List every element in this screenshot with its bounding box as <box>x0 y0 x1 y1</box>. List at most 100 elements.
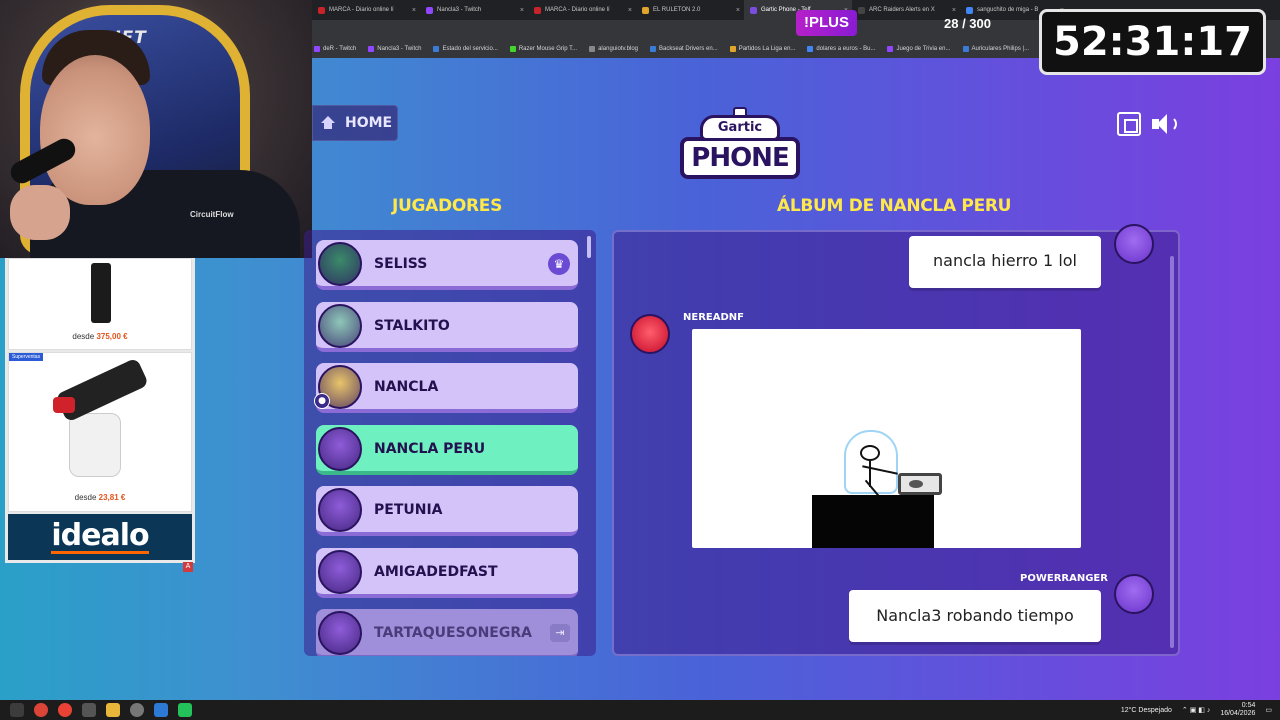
bookmark-label: Auriculares Philips |... <box>971 46 1030 52</box>
weather-text[interactable]: 12°C Despejado <box>1121 707 1172 714</box>
bookmark-favicon-icon <box>962 46 969 52</box>
windows-taskbar: 12°C Despejado ⌃ ▣ ◧ ♪ 0:54 16/04/2026 ▭ <box>0 700 1280 720</box>
tab-favicon-icon <box>858 6 865 14</box>
player-name: PETUNIA <box>374 502 443 518</box>
crown-icon: ♛ <box>548 253 570 275</box>
browser-tab[interactable]: MARCA - Diario online lí × <box>312 0 420 20</box>
idealo-wordmark: idealo <box>51 517 150 554</box>
bookmark-favicon-icon <box>509 46 516 52</box>
app-icon[interactable] <box>130 703 144 717</box>
bookmark-item[interactable]: Partidos La Liga en... <box>729 46 795 52</box>
browser-tab[interactable]: EL RULETON 2.0 × <box>636 0 744 20</box>
home-button[interactable]: HOME <box>312 105 398 141</box>
sound-icon[interactable] <box>1152 112 1177 136</box>
drawing-author-avatar <box>630 314 670 354</box>
player-card[interactable]: PETUNIA <box>316 486 578 536</box>
player-name: SELISS <box>374 256 428 272</box>
bookmark-item[interactable]: Estado del servicio... <box>433 46 498 52</box>
app-icon[interactable] <box>154 703 168 717</box>
chrome-icon[interactable] <box>34 703 48 717</box>
tab-favicon-icon <box>750 6 757 14</box>
tray-icons[interactable]: ⌃ ▣ ◧ ♪ <box>1182 706 1210 714</box>
bookmark-label: Juego de Trivia en... <box>896 46 951 52</box>
bookmark-item[interactable]: Juego de Trivia en... <box>887 46 951 52</box>
tab-favicon-icon <box>426 6 433 14</box>
album-text-bubble: nancla hierro 1 lol <box>909 236 1101 288</box>
last-author-avatar <box>1114 574 1154 614</box>
bookmark-favicon-icon <box>807 46 814 52</box>
bookmark-favicon-icon <box>433 46 440 52</box>
bookmark-label: Backseat Drivers en... <box>659 46 718 52</box>
app-icon[interactable] <box>82 703 96 717</box>
product-image <box>69 413 121 477</box>
logo-bottom-text: PHONE <box>680 137 800 179</box>
album-author-avatar <box>1114 224 1154 264</box>
speaker-cone <box>1157 114 1167 134</box>
tab-favicon-icon <box>318 6 325 14</box>
product-image <box>53 397 75 413</box>
bookmark-item[interactable]: Auriculares Philips |... <box>962 46 1030 52</box>
player-card[interactable]: SELISS ♛ <box>316 240 578 290</box>
drawing-figure-head <box>860 445 880 461</box>
bookmark-item[interactable]: deR - Twitch <box>314 46 356 52</box>
players-panel: SELISS ♛ STALKITO NANCLA ● NANCLA PERU PETUNIA… <box>304 230 596 656</box>
tab-favicon-icon <box>966 6 973 14</box>
close-tab-icon[interactable]: × <box>412 7 416 14</box>
bookmark-label: Nancla3 - Twitch <box>377 46 422 52</box>
player-card[interactable]: NANCLA PERU <box>316 424 578 475</box>
player-avatar <box>318 611 362 655</box>
album-title: ÁLBUM DE NANCLA PERU <box>777 196 1012 216</box>
bookmark-item[interactable]: dolares a euros - Bu... <box>807 46 875 52</box>
bookmark-item[interactable]: Nancla3 - Twitch <box>368 46 421 52</box>
ad-price: desde 375,00 € <box>72 332 128 341</box>
folder-icon[interactable] <box>106 703 120 717</box>
idealo-logo[interactable]: idealo <box>8 514 192 560</box>
bookmark-label: alanguiotv.blog <box>598 46 639 52</box>
clock-time: 0:54 <box>1241 702 1256 709</box>
bookmark-label: deR - Twitch <box>323 46 357 52</box>
bestseller-badge: Superventas <box>9 353 44 361</box>
album-scrollbar[interactable] <box>1170 256 1174 648</box>
notification-icon[interactable]: ▭ <box>1265 706 1272 714</box>
fullscreen-icon[interactable] <box>1117 112 1141 136</box>
bookmark-label: dolares a euros - Bu... <box>816 46 876 52</box>
ad-product-card[interactable]: Superventas desde 23,81 € <box>8 352 192 512</box>
player-card[interactable]: TARTAQUESONEGRA ⇥ <box>316 609 578 656</box>
close-tab-icon[interactable]: × <box>628 7 632 14</box>
ad-choices-icon[interactable]: A <box>183 562 193 572</box>
terminal-icon[interactable] <box>178 703 192 717</box>
start-icon[interactable] <box>10 703 24 717</box>
ad-product-card[interactable]: desde 375,00 € <box>8 258 192 350</box>
clock[interactable]: 0:54 16/04/2026 <box>1220 702 1255 718</box>
bookmark-favicon-icon <box>314 46 320 52</box>
bookmark-item[interactable]: Razer Mouse Grip T... <box>509 46 577 52</box>
close-tab-icon[interactable]: × <box>520 7 524 14</box>
browser-tab[interactable]: MARCA - Diario online lí × <box>528 0 636 20</box>
clock-date: 16/04/2026 <box>1220 710 1256 717</box>
bookmark-favicon-icon <box>887 46 894 52</box>
player-card[interactable]: STALKITO <box>316 301 578 352</box>
shirt-logo: CircuitFlow <box>190 210 234 219</box>
drawing-desk <box>812 495 934 548</box>
tab-favicon-icon <box>534 6 541 14</box>
player-card[interactable]: NANCLA ● <box>314 363 578 413</box>
chrome-icon[interactable] <box>58 703 72 717</box>
close-tab-icon[interactable]: × <box>736 7 740 14</box>
sub-counter: 28 / 300 <box>944 16 991 31</box>
last-author-name: POWERRANGER <box>1020 573 1108 584</box>
drawing-author-name: NEREADNF <box>683 312 744 323</box>
player-card[interactable]: AMIGADEDFAST <box>316 547 578 598</box>
bookmark-item[interactable]: alanguiotv.blog <box>589 46 638 52</box>
browser-tab[interactable]: Nancla3 - Twitch × <box>420 0 528 20</box>
bookmark-item[interactable]: Backseat Drivers en... <box>650 46 718 52</box>
player-name: NANCLA <box>374 379 439 395</box>
bookmark-favicon-icon <box>368 46 375 52</box>
sound-wave <box>1167 116 1177 132</box>
close-tab-icon[interactable]: × <box>952 7 956 14</box>
tab-label: MARCA - Diario online lí <box>329 7 394 13</box>
player-name: STALKITO <box>374 317 450 334</box>
tab-favicon-icon <box>642 6 649 14</box>
bookmark-favicon-icon <box>729 46 736 52</box>
players-scrollbar[interactable] <box>587 236 591 258</box>
album-drawing <box>692 329 1081 548</box>
